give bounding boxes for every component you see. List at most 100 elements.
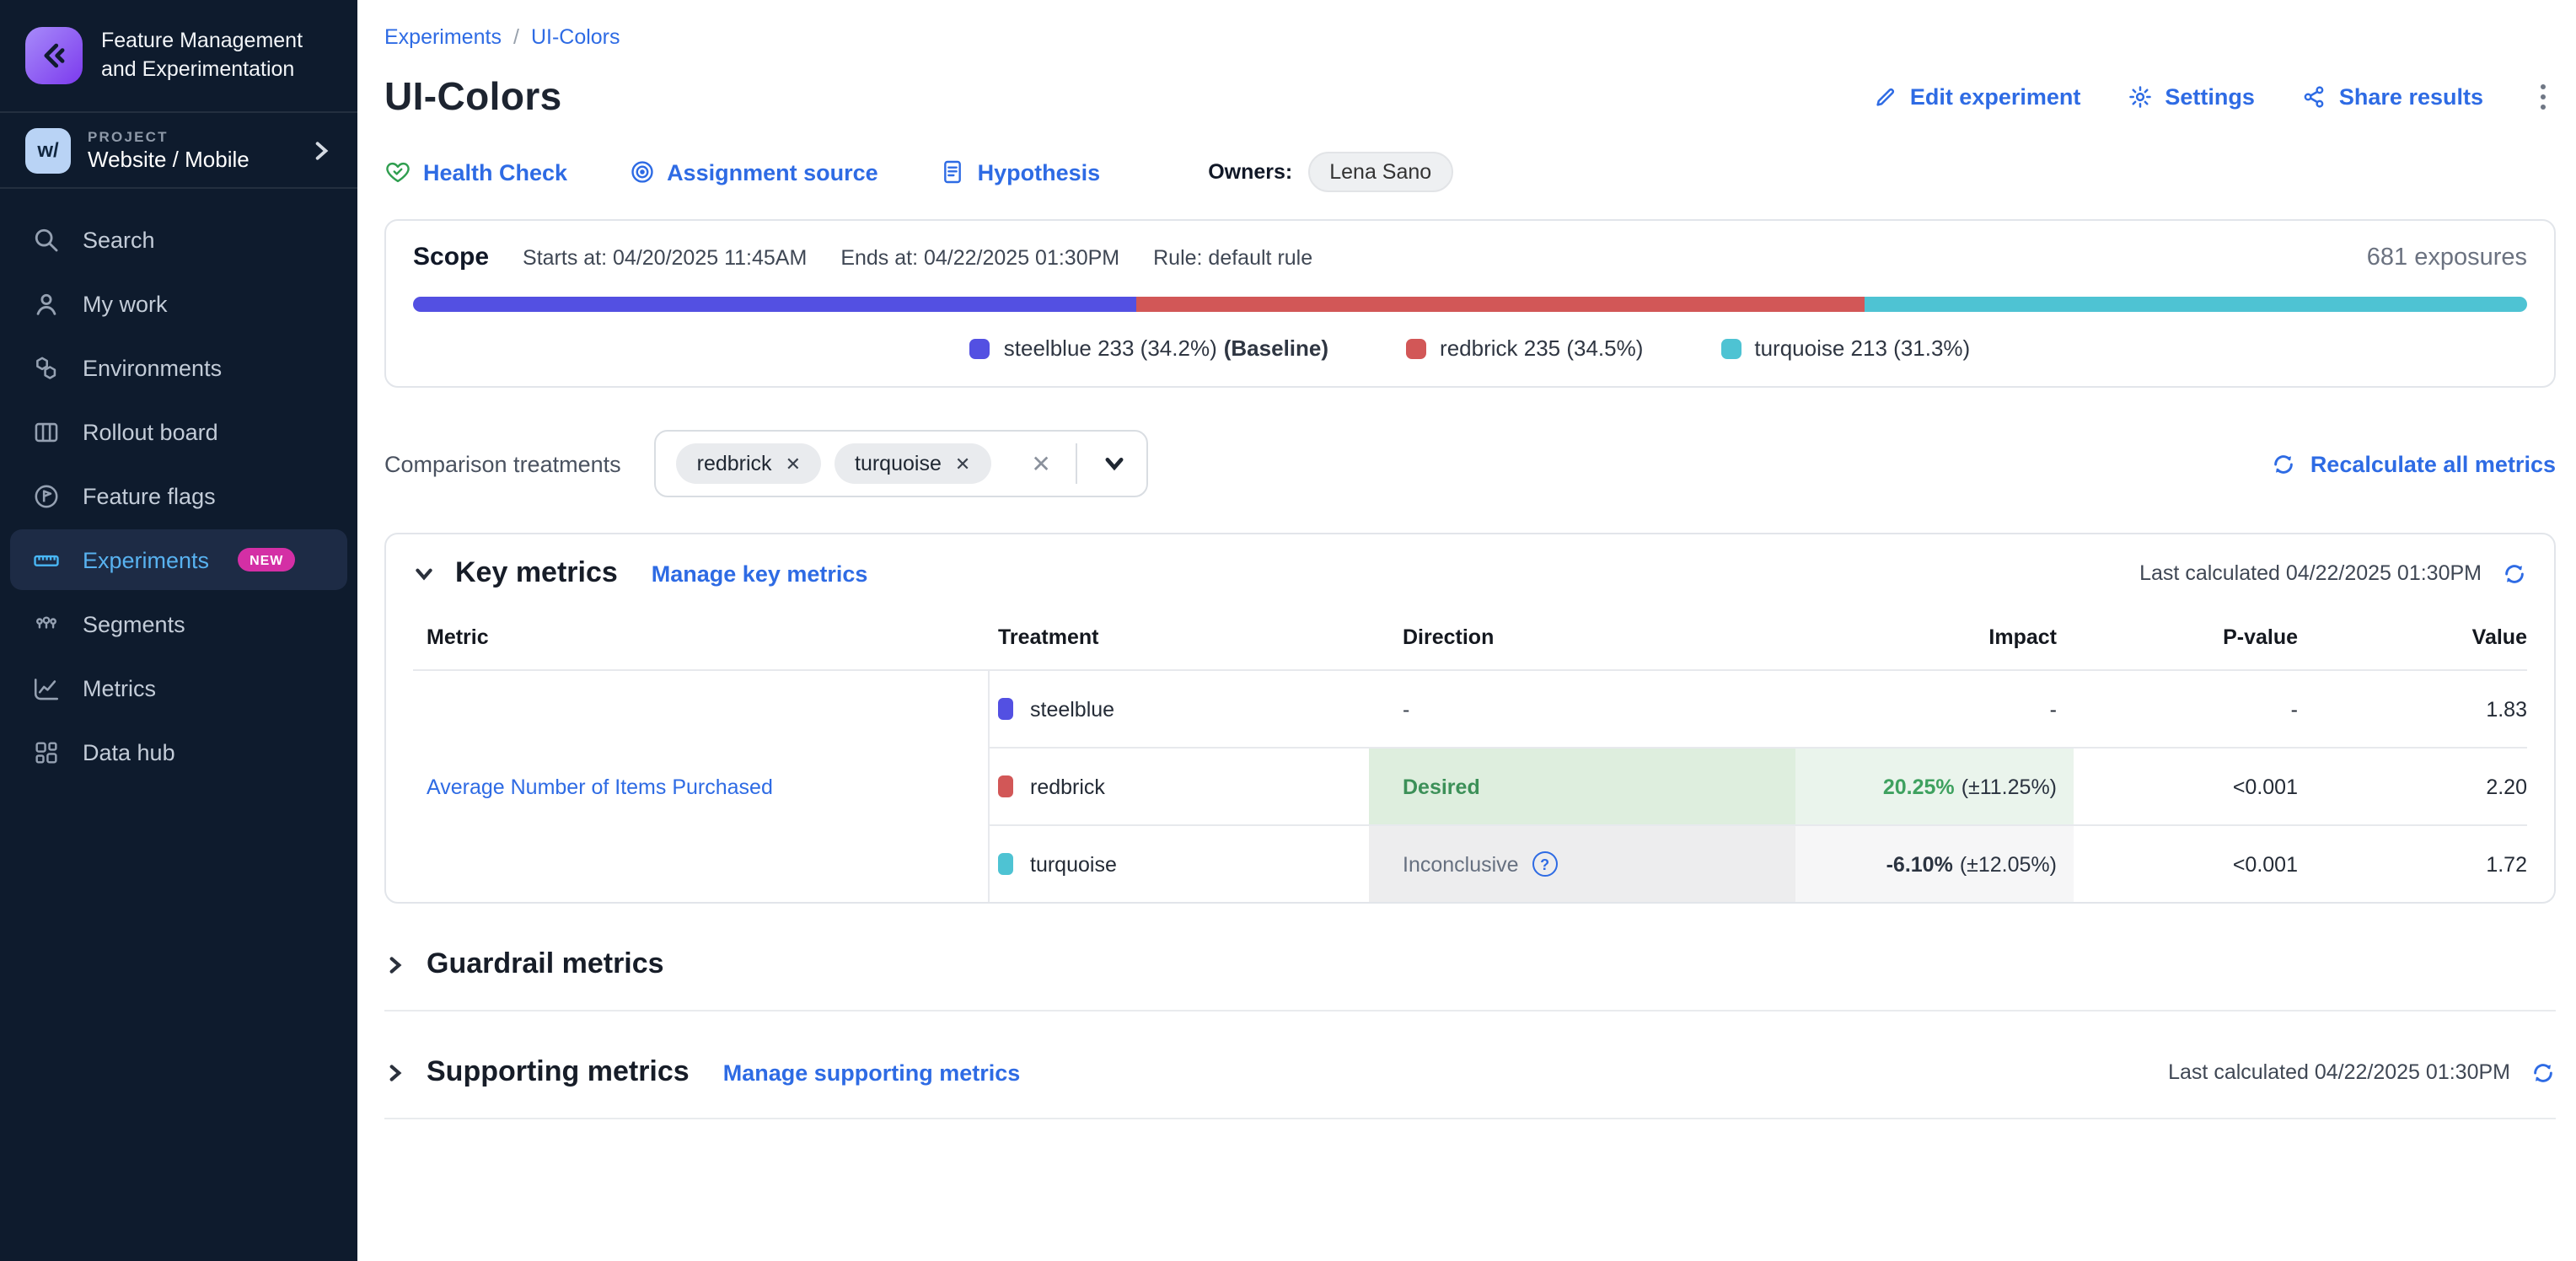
sidebar-item-label: Rollout board <box>83 419 218 444</box>
bullseye-icon <box>628 158 655 185</box>
page-title: UI-Colors <box>384 74 562 120</box>
legend-item-steelblue: steelblue 233 (34.2%) (Baseline) <box>970 335 1328 361</box>
people-icon <box>32 609 61 638</box>
col-treatment: Treatment <box>990 625 1369 649</box>
treatment-swatch <box>998 775 1013 797</box>
app-title: Feature Management and Experimentation <box>101 26 332 85</box>
legend-label: turquoise 213 (31.3%) <box>1754 335 1970 361</box>
col-direction: Direction <box>1369 625 1795 649</box>
key-metrics-table: Metric Treatment Direction Impact P-valu… <box>413 605 2527 902</box>
user-icon <box>32 289 61 318</box>
settings-button[interactable]: Settings <box>2128 84 2255 110</box>
treatments-multiselect[interactable]: redbrick ✕ turquoise ✕ ✕ <box>655 430 1149 497</box>
recalculate-all-metrics-button[interactable]: Recalculate all metrics <box>2272 451 2556 476</box>
edit-experiment-button[interactable]: Edit experiment <box>1873 84 2081 110</box>
scope-ends-at: Ends at: 04/22/2025 01:30PM <box>840 246 1119 270</box>
supporting-metrics-title: Supporting metrics <box>427 1055 690 1089</box>
share-results-label: Share results <box>2339 84 2483 110</box>
scope-starts-at: Starts at: 04/20/2025 11:45AM <box>523 246 807 270</box>
ruler-icon <box>32 545 61 574</box>
hypothesis-link[interactable]: Hypothesis <box>939 158 1101 185</box>
collapse-chevron-right-icon[interactable] <box>384 1061 406 1083</box>
sidebar-item-search[interactable]: Search <box>10 209 347 270</box>
bar-segment-redbrick <box>1136 297 1865 312</box>
chip-turquoise[interactable]: turquoise ✕ <box>835 443 990 484</box>
hypothesis-label: Hypothesis <box>978 159 1101 185</box>
refresh-icon[interactable] <box>2530 1060 2556 1085</box>
breadcrumb-current-link[interactable]: UI-Colors <box>531 25 620 49</box>
legend-swatch <box>1406 338 1426 358</box>
bar-segment-steelblue <box>413 297 1136 312</box>
impact-cell: - <box>1795 671 2074 747</box>
value-cell: 1.83 <box>2298 671 2527 747</box>
last-calculated-text: Last calculated 04/22/2025 01:30PM <box>2168 1060 2510 1084</box>
owners-label: Owners: <box>1208 160 1292 184</box>
impact-cell: 20.25%(±11.25%) <box>1795 749 2074 824</box>
chevron-right-icon <box>310 139 332 161</box>
settings-label: Settings <box>2165 84 2255 110</box>
owner-pill[interactable]: Lena Sano <box>1307 152 1453 192</box>
legend-swatch <box>970 338 990 358</box>
clear-all-icon[interactable]: ✕ <box>1031 449 1050 478</box>
project-switcher[interactable]: w/ PROJECT Website / Mobile <box>0 113 357 189</box>
chevron-down-icon[interactable] <box>1103 452 1127 475</box>
treatment-legend: steelblue 233 (34.2%) (Baseline) redbric… <box>413 335 2527 361</box>
refresh-icon[interactable] <box>2502 561 2527 586</box>
col-metric: Metric <box>413 625 990 649</box>
gear-icon <box>2128 84 2153 110</box>
sidebar-item-environments[interactable]: Environments <box>10 337 347 398</box>
assignment-source-link[interactable]: Assignment source <box>628 158 878 185</box>
breadcrumb-experiments-link[interactable]: Experiments <box>384 25 502 49</box>
sidebar-item-my-work[interactable]: My work <box>10 273 347 334</box>
metric-link[interactable]: Average Number of Items Purchased <box>427 775 773 798</box>
sidebar-item-label: My work <box>83 291 168 316</box>
chip-remove-icon[interactable]: ✕ <box>955 453 970 475</box>
treatment-swatch <box>998 853 1013 875</box>
project-label: PROJECT <box>88 128 250 145</box>
direction-cell-inconclusive: Inconclusive? <box>1369 826 1795 902</box>
chip-redbrick[interactable]: redbrick ✕ <box>677 443 821 484</box>
sidebar-item-feature-flags[interactable]: Feature flags <box>10 465 347 526</box>
collapse-chevron-right-icon[interactable] <box>384 953 406 975</box>
scope-rule: Rule: default rule <box>1153 246 1312 270</box>
sidebar-item-data-hub[interactable]: Data hub <box>10 722 347 782</box>
col-impact: Impact <box>1795 625 2074 649</box>
impact-cell: -6.10%(±12.05%) <box>1795 826 2074 902</box>
sidebar-item-segments[interactable]: Segments <box>10 593 347 654</box>
legend-swatch <box>1720 338 1741 358</box>
new-badge: NEW <box>238 548 295 571</box>
supporting-metrics-section: Supporting metrics Manage supporting met… <box>384 1055 2556 1119</box>
sidebar-item-label: Feature flags <box>83 483 216 508</box>
sidebar-item-metrics[interactable]: Metrics <box>10 657 347 718</box>
project-name: Website / Mobile <box>88 147 250 172</box>
owners-block: Owners: Lena Sano <box>1208 152 1453 192</box>
guardrail-metrics-title: Guardrail metrics <box>427 947 664 981</box>
metric-name-cell: Average Number of Items Purchased <box>413 671 990 902</box>
more-options-button[interactable] <box>2530 81 2556 113</box>
sidebar-item-rollout-board[interactable]: Rollout board <box>10 401 347 462</box>
app-logo-block: Feature Management and Experimentation <box>0 0 357 113</box>
manage-key-metrics-link[interactable]: Manage key metrics <box>652 561 868 586</box>
health-check-link[interactable]: Health Check <box>384 158 567 185</box>
sidebar: Feature Management and Experimentation w… <box>0 0 357 1261</box>
split-logo-icon <box>25 27 83 84</box>
share-results-button[interactable]: Share results <box>2302 84 2483 110</box>
scope-card: Scope Starts at: 04/20/2025 11:45AM Ends… <box>384 219 2556 388</box>
key-metrics-title: Key metrics <box>455 556 618 590</box>
collapse-chevron-down-icon[interactable] <box>413 562 435 584</box>
chip-remove-icon[interactable]: ✕ <box>786 453 801 475</box>
breadcrumb: Experiments / UI-Colors <box>384 25 2556 49</box>
sidebar-item-experiments[interactable]: Experiments NEW <box>10 529 347 590</box>
project-badge: w/ <box>25 127 71 173</box>
col-value: Value <box>2298 625 2527 649</box>
sidebar-item-label: Segments <box>83 611 185 636</box>
manage-supporting-metrics-link[interactable]: Manage supporting metrics <box>723 1060 1021 1085</box>
board-columns-icon <box>32 417 61 446</box>
treatment-distribution-bar <box>413 297 2527 312</box>
treatment-name: turquoise <box>1030 852 1117 876</box>
assignment-source-label: Assignment source <box>667 159 878 185</box>
last-calculated-text: Last calculated 04/22/2025 01:30PM <box>2139 561 2482 585</box>
help-question-icon[interactable]: ? <box>1532 851 1558 877</box>
line-chart-icon <box>32 673 61 702</box>
health-check-label: Health Check <box>423 159 567 185</box>
